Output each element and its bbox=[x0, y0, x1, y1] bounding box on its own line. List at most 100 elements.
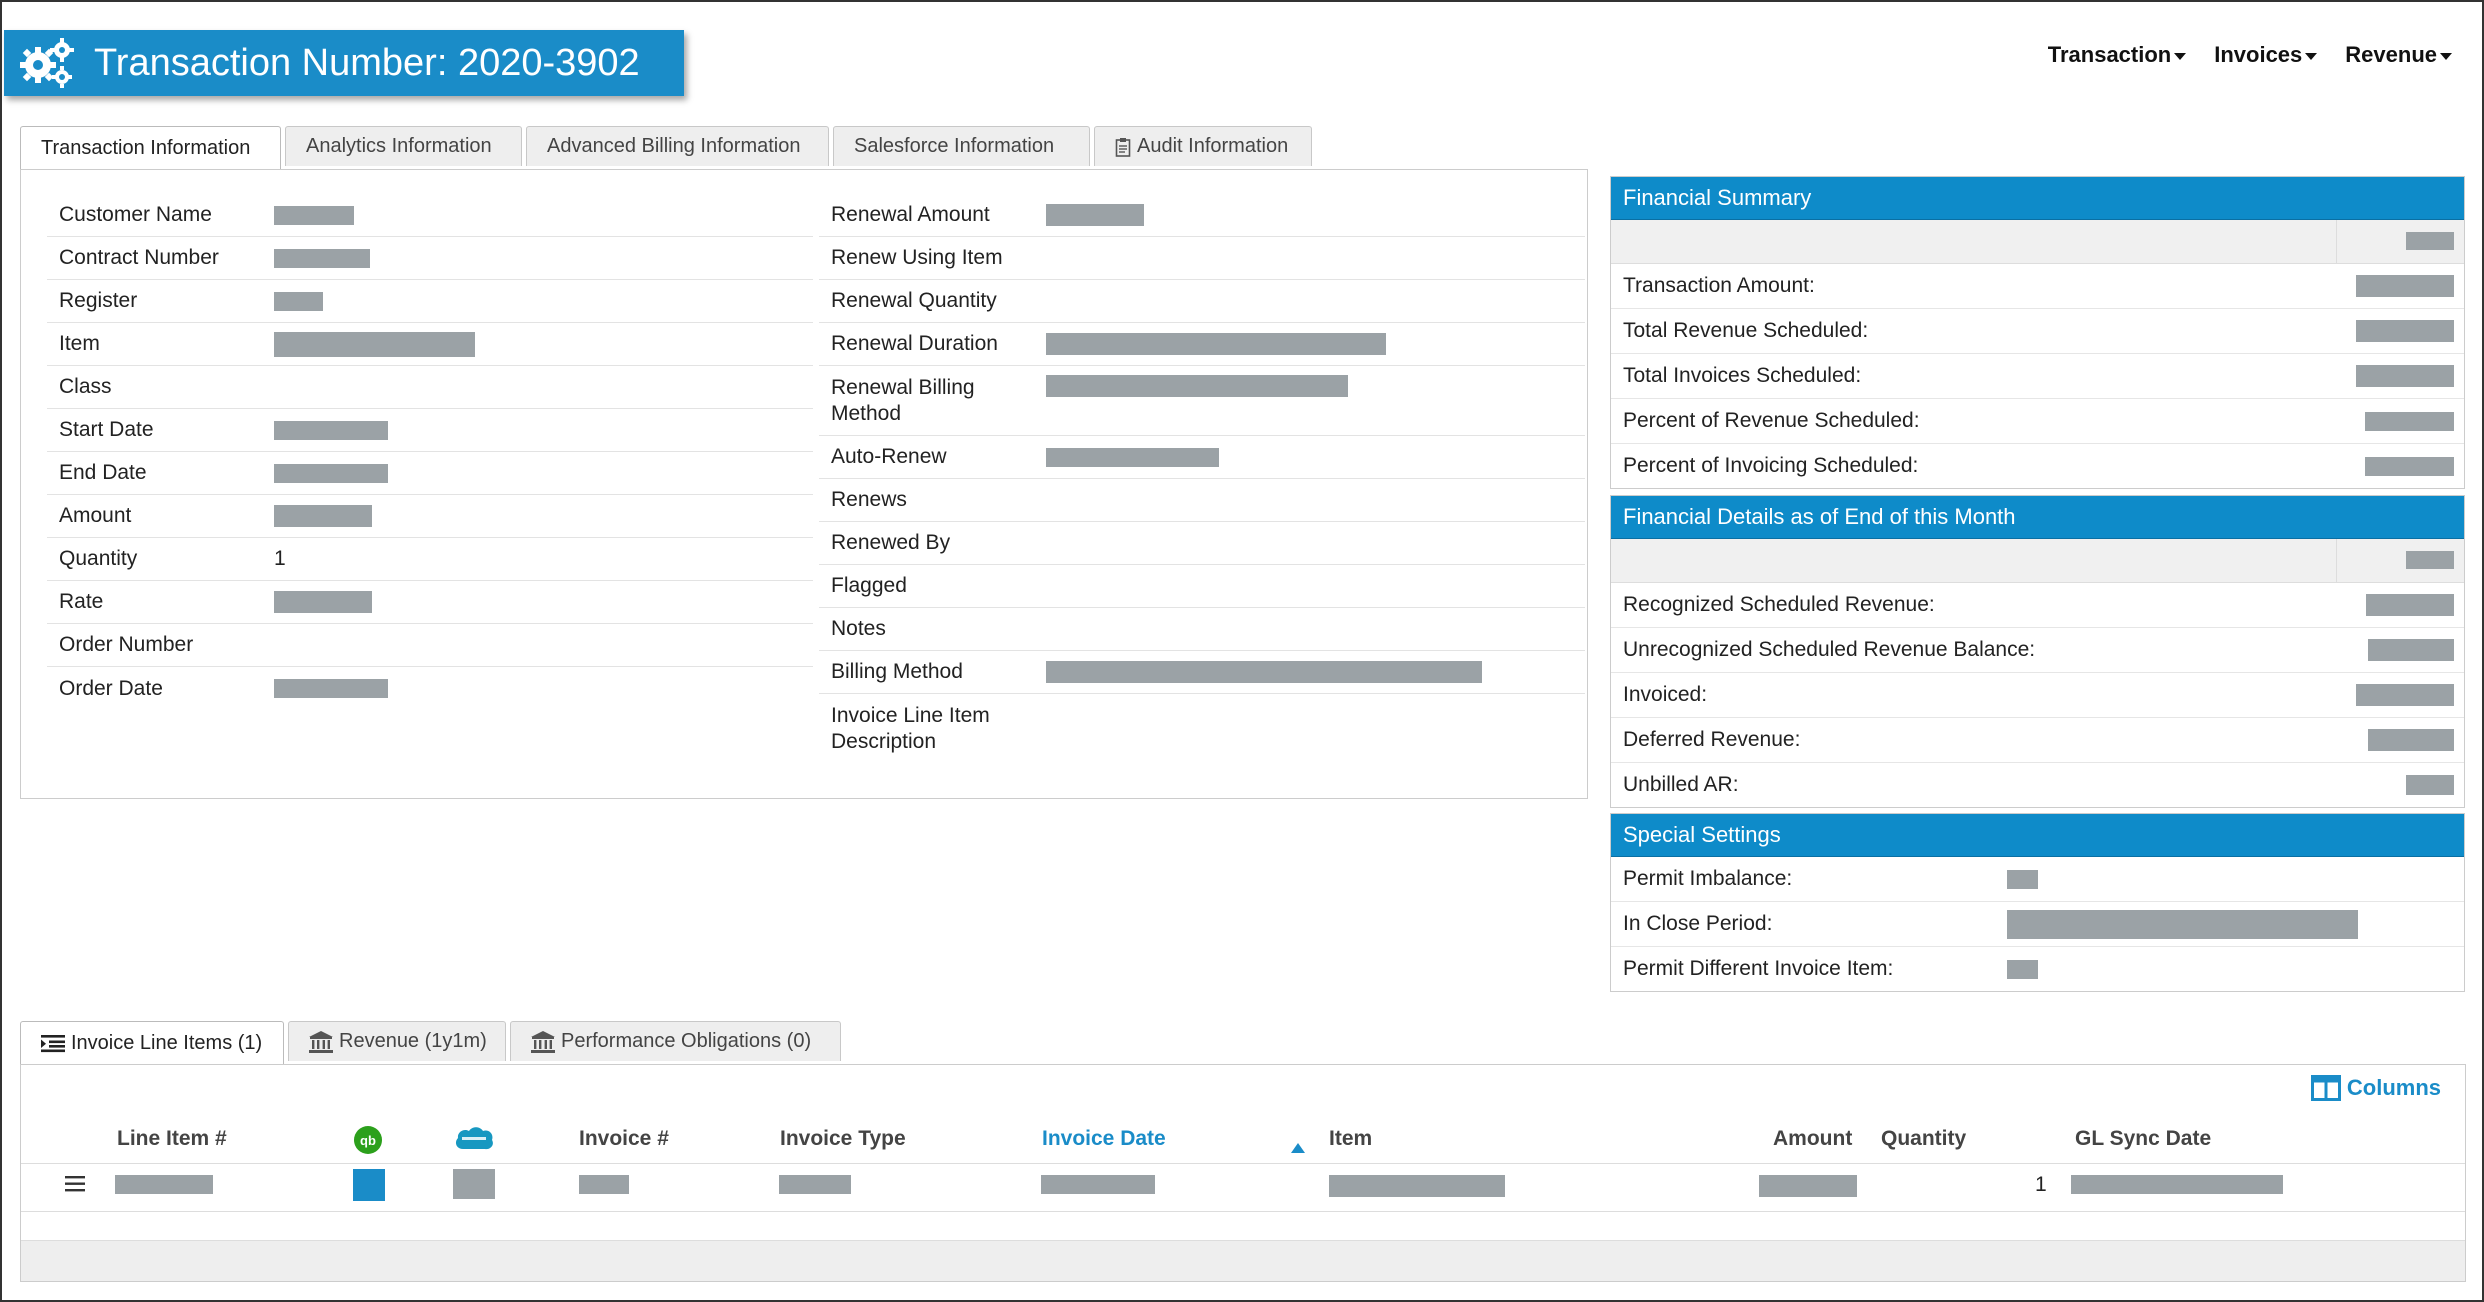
details-row: Deferred Revenue: bbox=[1611, 718, 2464, 763]
tab-transaction-information[interactable]: Transaction Information bbox=[20, 126, 281, 169]
col-header-invoice-number[interactable]: Invoice # bbox=[579, 1127, 669, 1151]
clipboard-icon bbox=[1115, 137, 1131, 157]
detail-row: Order Date bbox=[47, 667, 813, 710]
page-header: Transaction Number: 2020-3902 bbox=[4, 30, 684, 96]
settings-row: Permit Different Invoice Item: bbox=[1611, 947, 2464, 991]
salesforce-sync-status[interactable] bbox=[453, 1169, 495, 1204]
caret-down-icon bbox=[2174, 53, 2187, 60]
redacted-value bbox=[2007, 869, 2038, 889]
detail-row: Class bbox=[47, 366, 813, 409]
field-value bbox=[1046, 375, 1348, 397]
field-value bbox=[274, 505, 372, 527]
redacted-value bbox=[274, 205, 354, 225]
gl-sync-date bbox=[2071, 1175, 2283, 1199]
summary-row: Total Revenue Scheduled: bbox=[1611, 309, 2464, 354]
detail-row: Notes bbox=[819, 608, 1585, 651]
redacted-value bbox=[274, 505, 372, 527]
field-value bbox=[274, 463, 388, 483]
salesforce-icon[interactable] bbox=[453, 1125, 495, 1159]
quantity: 1 bbox=[2035, 1173, 2047, 1196]
invoice-number[interactable] bbox=[579, 1175, 629, 1199]
invoice-type bbox=[779, 1175, 851, 1199]
nav-invoices-dropdown[interactable]: Invoices bbox=[2214, 42, 2318, 68]
sort-ascending-icon[interactable] bbox=[1291, 1135, 1305, 1159]
detail-row: Contract Number bbox=[47, 237, 813, 280]
settings-row: Permit Imbalance: bbox=[1611, 857, 2464, 902]
col-header-gl-sync-date[interactable]: GL Sync Date bbox=[2075, 1127, 2211, 1151]
field-label: Renewal Duration bbox=[831, 332, 998, 355]
invoice-date bbox=[1041, 1175, 1155, 1199]
tab-invoice-line-items[interactable]: Invoice Line Items (1) bbox=[20, 1021, 284, 1064]
col-header-amount[interactable]: Amount bbox=[1773, 1127, 1852, 1151]
quickbooks-icon[interactable]: qb bbox=[353, 1125, 383, 1161]
detail-row: Renewal Duration bbox=[819, 323, 1585, 366]
tab-audit-information[interactable]: Audit Information bbox=[1094, 126, 1312, 166]
details-label: Unrecognized Scheduled Revenue Balance: bbox=[1623, 638, 2036, 661]
summary-row: Percent of Revenue Scheduled: bbox=[1611, 399, 2464, 444]
summary-label: Percent of Revenue Scheduled: bbox=[1623, 409, 1920, 432]
svg-text:qb: qb bbox=[360, 1133, 376, 1148]
redacted-value bbox=[2071, 1175, 2283, 1194]
col-header-invoice-type[interactable]: Invoice Type bbox=[780, 1127, 906, 1151]
nav-transaction-dropdown[interactable]: Transaction bbox=[2048, 42, 2187, 68]
field-label: Notes bbox=[831, 617, 886, 640]
field-label: End Date bbox=[59, 461, 147, 484]
tab-advanced-billing-information[interactable]: Advanced Billing Information bbox=[526, 126, 829, 166]
settings-label: In Close Period: bbox=[1623, 912, 1773, 935]
field-label: Order Number bbox=[59, 633, 194, 656]
redacted-value bbox=[274, 591, 372, 613]
details-row: Recognized Scheduled Revenue: bbox=[1611, 583, 2464, 628]
field-value bbox=[274, 331, 475, 357]
col-header-invoice-date[interactable]: Invoice Date bbox=[1042, 1127, 1166, 1151]
detail-row: Amount bbox=[47, 495, 813, 538]
col-header-item[interactable]: Item bbox=[1329, 1127, 1372, 1151]
field-label: Renewal Amount bbox=[831, 203, 990, 226]
drag-handle-icon[interactable] bbox=[65, 1175, 85, 1198]
detail-row: Renew Using Item bbox=[819, 237, 1585, 280]
tab-revenue[interactable]: Revenue (1y1m) bbox=[288, 1021, 506, 1061]
tab-performance-obligations[interactable]: Performance Obligations (0) bbox=[510, 1021, 841, 1061]
field-label: Renewal Billing Method bbox=[831, 375, 975, 425]
nav-revenue-label: Revenue bbox=[2345, 42, 2437, 67]
detail-row: Auto-Renew bbox=[819, 436, 1585, 479]
redacted-value bbox=[779, 1175, 851, 1194]
redacted-value bbox=[1046, 447, 1219, 467]
summary-label: Transaction Amount: bbox=[1623, 274, 1815, 297]
redacted-value bbox=[2356, 365, 2454, 387]
redacted-value bbox=[2406, 551, 2454, 569]
amount bbox=[1759, 1175, 1857, 1202]
columns-button[interactable]: Columns bbox=[2310, 1075, 2441, 1101]
redacted-value bbox=[2406, 232, 2454, 250]
field-label: Renews bbox=[831, 488, 907, 511]
field-value bbox=[274, 248, 370, 268]
related-records-tabs: Invoice Line Items (1) Revenue (1y1m) Pe… bbox=[20, 1021, 841, 1064]
redacted-value bbox=[274, 679, 388, 698]
tab-salesforce-information[interactable]: Salesforce Information bbox=[833, 126, 1090, 166]
tab-label: Analytics Information bbox=[306, 135, 492, 157]
tab-analytics-information[interactable]: Analytics Information bbox=[285, 126, 522, 166]
col-header-line-item[interactable]: Line Item # bbox=[117, 1127, 227, 1151]
redacted-value bbox=[2368, 729, 2454, 751]
field-value bbox=[274, 420, 388, 440]
field-label: Auto-Renew bbox=[831, 445, 947, 468]
quickbooks-sync-status[interactable] bbox=[353, 1169, 385, 1206]
col-header-quantity[interactable]: Quantity bbox=[1881, 1127, 1966, 1151]
field-label: Flagged bbox=[831, 574, 907, 597]
detail-row: Rate bbox=[47, 581, 813, 624]
redacted-value bbox=[274, 331, 475, 357]
summary-row: Percent of Invoicing Scheduled: bbox=[1611, 444, 2464, 488]
app-window: Transaction Number: 2020-3902 Transactio… bbox=[0, 0, 2484, 1302]
financial-details-title: Financial Details as of End of this Mont… bbox=[1611, 496, 2464, 539]
field-label: Renew Using Item bbox=[831, 246, 1003, 269]
field-label: Register bbox=[59, 289, 138, 312]
summary-label: Total Revenue Scheduled: bbox=[1623, 319, 1869, 342]
details-label: Invoiced: bbox=[1623, 683, 1708, 706]
tab-label: Transaction Information bbox=[41, 136, 251, 159]
summary-label: Percent of Invoicing Scheduled: bbox=[1623, 454, 1919, 477]
field-label: Renewed By bbox=[831, 531, 951, 554]
nav-revenue-dropdown[interactable]: Revenue bbox=[2345, 42, 2452, 68]
details-label: Recognized Scheduled Revenue: bbox=[1623, 593, 1935, 616]
details-right-column: Renewal Amount Renew Using Item Renewal … bbox=[819, 194, 1585, 764]
field-value bbox=[1046, 447, 1219, 467]
status-square bbox=[353, 1169, 385, 1201]
